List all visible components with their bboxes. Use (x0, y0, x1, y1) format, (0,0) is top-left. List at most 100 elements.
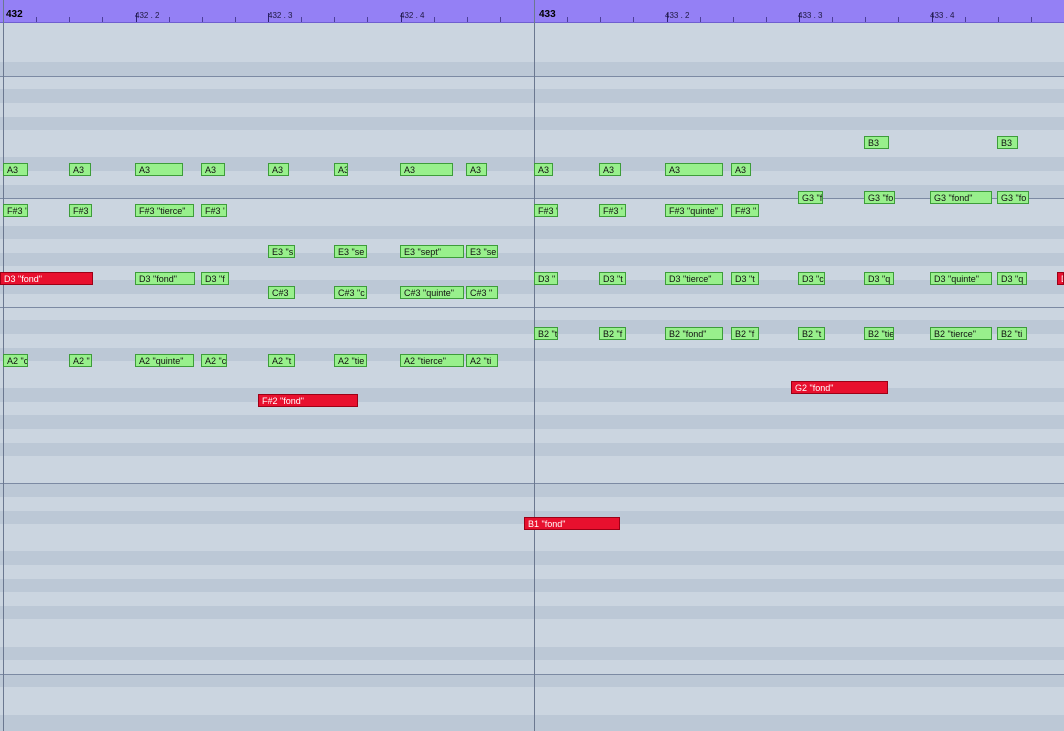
sub-beat-tick (998, 17, 999, 22)
beat-position-label: 433 . 4 (930, 11, 955, 20)
note-b2[interactable]: B2 "f (599, 327, 626, 340)
pitch-lane (0, 633, 1064, 647)
note-a3[interactable]: A3 (135, 163, 183, 176)
note-b2[interactable]: B2 "ti (997, 327, 1027, 340)
note-g3[interactable]: G3 "fond" (930, 191, 992, 204)
pitch-lane (0, 538, 1064, 551)
sub-beat-tick (301, 17, 302, 22)
note-a2[interactable]: A2 "tie (334, 354, 367, 367)
sub-beat-tick (102, 17, 103, 22)
note-e3[interactable]: E3 "se (466, 245, 498, 258)
note-a3[interactable]: A3 (400, 163, 453, 176)
note-b1[interactable]: B1 "fond" (524, 517, 620, 530)
pitch-lane (0, 117, 1064, 130)
note-a3[interactable]: A3 (334, 163, 348, 176)
note-a2[interactable]: A2 " (69, 354, 92, 367)
sub-beat-tick (898, 17, 899, 22)
note-b3[interactable]: B3 (864, 136, 889, 149)
note-g3[interactable]: G3 "fo (997, 191, 1029, 204)
note-f-sharp3[interactable]: F#3 ' (599, 204, 626, 217)
note-f-sharp2[interactable]: F#2 "fond" (258, 394, 358, 407)
pitch-lane (0, 35, 1064, 49)
note-d3[interactable]: D3 "t (731, 272, 759, 285)
note-e3[interactable]: E3 "se (334, 245, 367, 258)
note-a3[interactable]: A3 (731, 163, 751, 176)
note-d3[interactable]: D3 "q (864, 272, 894, 285)
note-f-sharp3[interactable]: F#3 " (731, 204, 759, 217)
note-b2[interactable]: B2 "tierce" (930, 327, 992, 340)
note-a3[interactable]: A3 (466, 163, 487, 176)
note-a3[interactable]: A3 (3, 163, 28, 176)
sub-beat-tick (965, 17, 966, 22)
note-a3[interactable]: A3 (201, 163, 225, 176)
note-a2[interactable]: A2 "tierce" (400, 354, 464, 367)
note-f-sharp3[interactable]: F#3 ' (3, 204, 28, 217)
note-d3[interactable]: D3 "fond" (0, 272, 93, 285)
sub-beat-tick (733, 17, 734, 22)
note-f-sharp3[interactable]: F#3 "tierce" (135, 204, 194, 217)
note-f-sharp3[interactable]: F#3 (69, 204, 92, 217)
note-d3[interactable]: D3 "f (201, 272, 229, 285)
note-a2[interactable]: A2 "ti (466, 354, 498, 367)
note-b2[interactable]: B2 "t (534, 327, 558, 340)
note-g3[interactable]: G3 "f (798, 191, 823, 204)
note-d3[interactable]: D3 (1057, 272, 1064, 285)
note-a2[interactable]: A2 "c (3, 354, 28, 367)
note-d3[interactable]: D3 "c (798, 272, 825, 285)
bar-line (534, 0, 535, 731)
pitch-lane (0, 551, 1064, 565)
pitch-lane (0, 89, 1064, 103)
pitch-lane (0, 429, 1064, 443)
note-b2[interactable]: B2 "f (731, 327, 759, 340)
note-f-sharp3[interactable]: F#3 ' (534, 204, 558, 217)
note-e3[interactable]: E3 "s (268, 245, 295, 258)
note-a2[interactable]: A2 "c (201, 354, 227, 367)
pitch-lane (0, 715, 1064, 731)
beat-position-label: 432 . 3 (268, 11, 293, 20)
note-a3[interactable]: A3 (599, 163, 621, 176)
pitch-lane (0, 185, 1064, 198)
sub-beat-tick (1031, 17, 1032, 22)
pitch-lane (0, 144, 1064, 157)
note-a2[interactable]: A2 "quinte" (135, 354, 194, 367)
note-a3[interactable]: A3 (665, 163, 723, 176)
note-a3[interactable]: A3 (69, 163, 91, 176)
note-b2[interactable]: B2 "tie (864, 327, 894, 340)
sub-beat-tick (367, 17, 368, 22)
pitch-lane (0, 130, 1064, 144)
note-g2[interactable]: G2 "fond" (791, 381, 888, 394)
note-d3[interactable]: D3 "q (997, 272, 1027, 285)
note-b2[interactable]: B2 "fond" (665, 327, 723, 340)
note-a2[interactable]: A2 "t (268, 354, 295, 367)
pitch-lane (0, 375, 1064, 388)
note-f-sharp3[interactable]: F#3 ' (201, 204, 227, 217)
note-c-sharp3[interactable]: C#3 (268, 286, 295, 299)
sub-beat-tick (467, 17, 468, 22)
note-d3[interactable]: D3 "quinte" (930, 272, 992, 285)
note-g3[interactable]: G3 "fo (864, 191, 895, 204)
bar-number-label: 432 (6, 9, 23, 20)
note-c-sharp3[interactable]: C#3 "quinte" (400, 286, 464, 299)
note-d3[interactable]: D3 " (534, 272, 558, 285)
piano-roll-editor[interactable]: 432 432 . 2 432 . 3 432 . 4 433 433 . 2 433 . … (0, 0, 1064, 731)
pitch-lane (0, 701, 1064, 715)
pitch-lane (0, 402, 1064, 415)
note-f-sharp3[interactable]: F#3 "quinte" (665, 204, 723, 217)
note-c-sharp3[interactable]: C#3 "c (334, 286, 367, 299)
note-grid[interactable]: B3 B3 A3 A3 A3 A3 A3 A3 A3 A3 A3 A3 A3 A3 G3 "f G3 "fo G… (0, 0, 1064, 731)
pitch-lane (0, 415, 1064, 429)
note-a3[interactable]: A3 (534, 163, 553, 176)
note-a3[interactable]: A3 (268, 163, 289, 176)
sub-beat-tick (169, 17, 170, 22)
note-e3[interactable]: E3 "sept" (400, 245, 464, 258)
note-b3[interactable]: B3 (997, 136, 1018, 149)
timeline-ruler[interactable]: 432 432 . 2 432 . 3 432 . 4 433 433 . 2 433 . … (0, 0, 1064, 23)
note-d3[interactable]: D3 "fond" (135, 272, 195, 285)
sub-beat-tick (69, 17, 70, 22)
note-c-sharp3[interactable]: C#3 " (466, 286, 498, 299)
pitch-lane (0, 579, 1064, 592)
pitch-lane (0, 76, 1064, 90)
note-b2[interactable]: B2 "t (798, 327, 825, 340)
note-d3[interactable]: D3 "tierce" (665, 272, 723, 285)
note-d3[interactable]: D3 "t (599, 272, 626, 285)
